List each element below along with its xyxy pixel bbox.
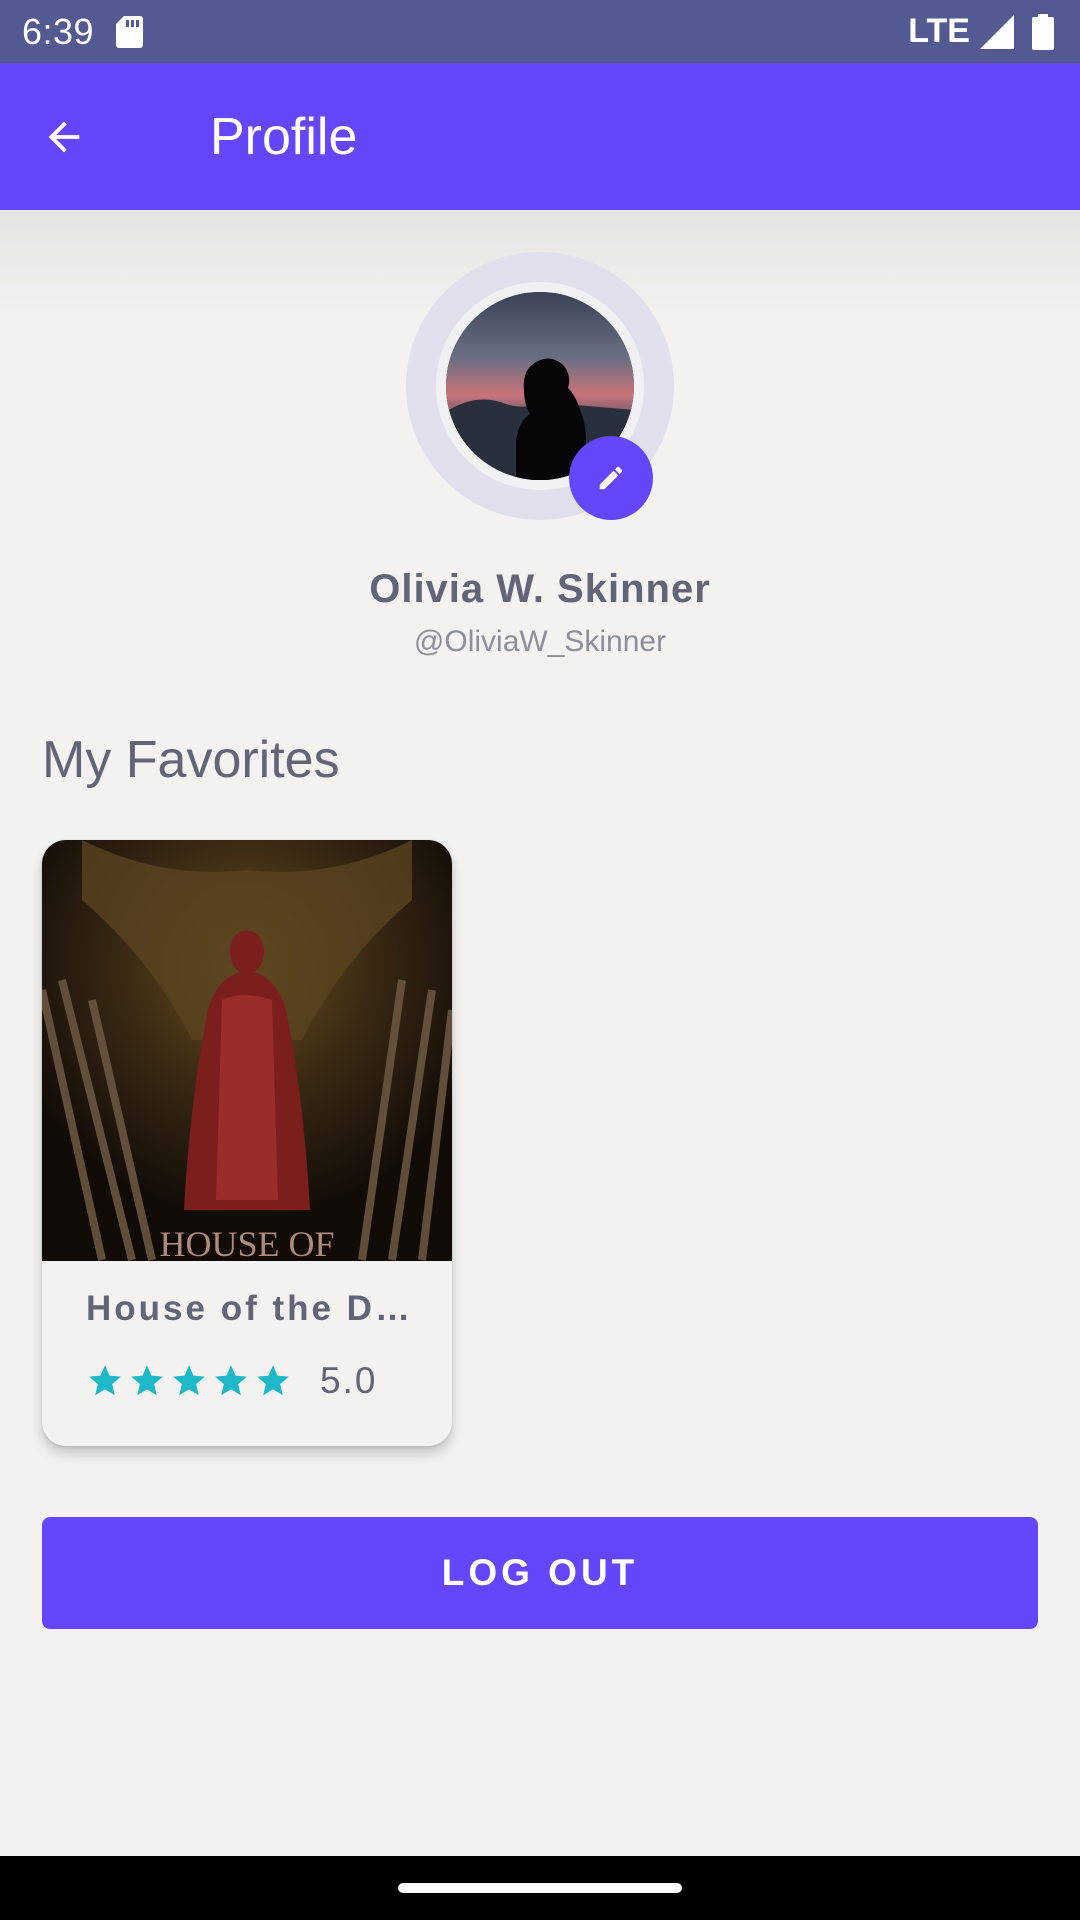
star-icon bbox=[131, 1365, 163, 1396]
page-title: Profile bbox=[210, 107, 358, 166]
network-type: LTE bbox=[908, 12, 970, 50]
status-left: 6:39 bbox=[22, 10, 144, 53]
pencil-icon bbox=[599, 466, 623, 490]
favorites-section-title: My Favorites bbox=[42, 731, 340, 789]
rating-value: 5.0 bbox=[320, 1360, 378, 1401]
status-right: LTE bbox=[908, 12, 1058, 51]
logout-button[interactable]: LOG OUT bbox=[42, 1517, 1038, 1629]
star-icon bbox=[173, 1365, 205, 1396]
status-time: 6:39 bbox=[22, 10, 95, 52]
favorite-title: House of the D… bbox=[86, 1289, 413, 1328]
edit-avatar-button[interactable] bbox=[569, 436, 653, 520]
signal-icon bbox=[980, 14, 1014, 49]
profile-screen: 6:39 LTE Profile Olivia W. Skinner @Oliv… bbox=[0, 0, 1080, 1920]
star-icon bbox=[89, 1365, 121, 1396]
poster-image: HOUSE OF bbox=[42, 840, 452, 1261]
back-button[interactable] bbox=[19, 92, 109, 182]
rating-row: 5.0 bbox=[86, 1356, 377, 1406]
favorite-card[interactable]: HOUSE OF House of the D… 5.0 bbox=[42, 840, 452, 1446]
user-handle: @OliviaW_Skinner bbox=[413, 625, 667, 658]
poster-text: HOUSE OF bbox=[159, 1224, 334, 1261]
star-icon bbox=[215, 1365, 247, 1396]
star-icon bbox=[257, 1365, 289, 1396]
arrow-back-icon bbox=[48, 121, 80, 152]
battery-icon bbox=[1032, 13, 1054, 50]
user-name: Olivia W. Skinner bbox=[369, 567, 711, 611]
app-bar: Profile bbox=[0, 63, 1080, 210]
status-bar: 6:39 LTE bbox=[0, 0, 1080, 63]
home-handle[interactable] bbox=[398, 1883, 682, 1893]
sd-card-icon bbox=[116, 15, 144, 48]
